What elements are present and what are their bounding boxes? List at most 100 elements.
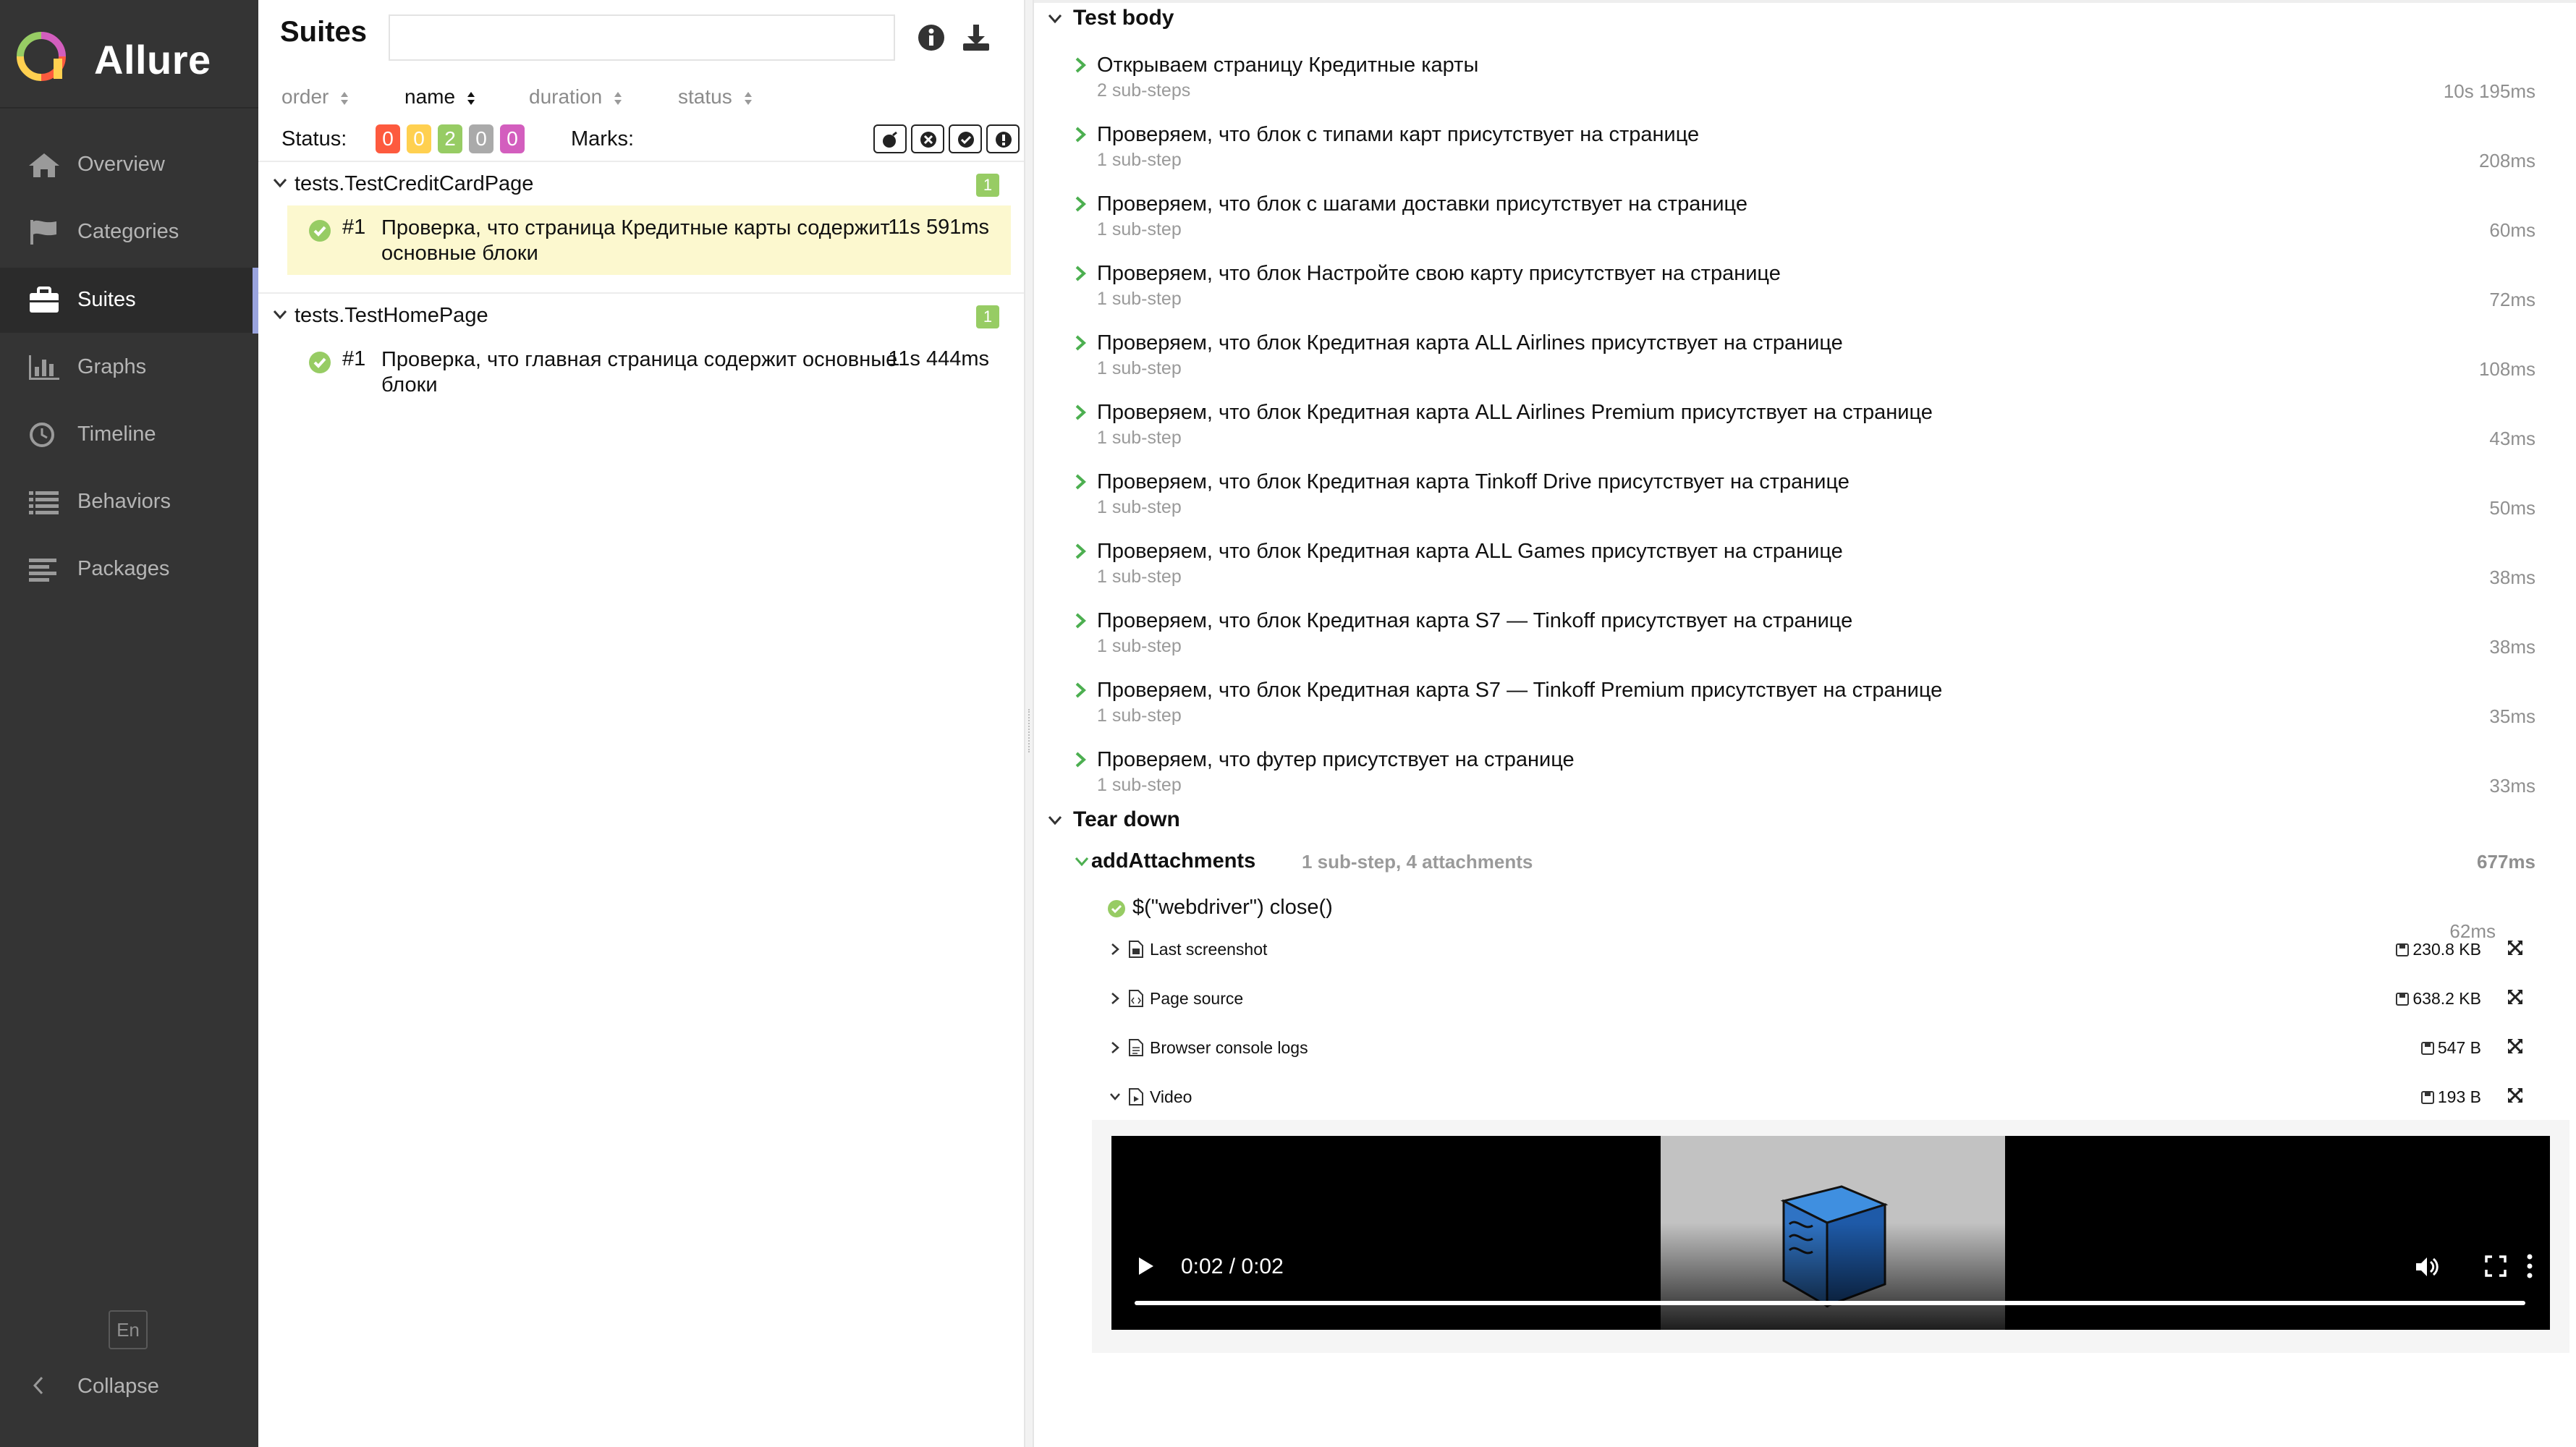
passed-icon <box>309 220 331 242</box>
sidebar-item-label: Packages <box>77 557 170 580</box>
status-badge-broken[interactable]: 0 <box>407 124 431 153</box>
step-row[interactable]: Открываем страницу Кредитные карты 2 sub-… <box>1074 46 2576 111</box>
video-attachment-preview: 0:02 / 0:02 <box>1092 1120 2569 1353</box>
step-duration: 43ms <box>2489 428 2535 449</box>
attachment-row[interactable]: Browser console logs 547 B <box>1106 1027 2525 1070</box>
sidebar-item-graphs[interactable]: Graphs <box>0 335 258 400</box>
sort-status-label: status <box>678 85 732 108</box>
sidebar-item-suites[interactable]: Suites <box>0 268 258 333</box>
sidebar-item-behaviors[interactable]: Behaviors <box>0 470 258 535</box>
volume-icon[interactable] <box>2414 1255 2440 1279</box>
step-duration: 108ms <box>2478 358 2535 380</box>
test-body-header[interactable]: Test body <box>1047 6 1174 30</box>
sidebar-item-overview[interactable]: Overview <box>0 132 258 198</box>
step-duration: 33ms <box>2489 775 2535 797</box>
allure-logo-icon <box>17 32 66 81</box>
passed-icon <box>1108 900 1125 917</box>
collapse-button[interactable]: Collapse <box>0 1360 258 1411</box>
step-duration: 72ms <box>2489 289 2535 310</box>
attachment-row[interactable]: Last screenshot 230.8 KB <box>1106 928 2525 972</box>
status-badge-unknown[interactable]: 0 <box>500 124 525 153</box>
marks-label: Marks: <box>571 127 634 150</box>
info-icon[interactable] <box>917 23 946 52</box>
attachment-row[interactable]: Page source 638.2 KB <box>1106 977 2525 1021</box>
home-icon <box>29 153 59 177</box>
video-file-icon <box>1129 1088 1143 1106</box>
sort-status[interactable]: status <box>678 85 754 109</box>
expand-icon[interactable] <box>2506 1086 2525 1105</box>
test-row[interactable]: #1 Проверка, что страница Кредитные карт… <box>287 205 1011 275</box>
suites-panel: Suites order name duration status Status… <box>258 0 1057 1447</box>
sort-name[interactable]: name <box>404 85 477 109</box>
step-name: Проверяем, что блок Кредитная карта ALL … <box>1097 401 1933 424</box>
sidebar-item-timeline[interactable]: Timeline <box>0 402 258 467</box>
sidebar: Allure Overview Categories Suites Graphs… <box>0 0 259 1447</box>
pane-splitter[interactable] <box>1024 0 1034 1447</box>
sidebar-item-packages[interactable]: Packages <box>0 537 258 602</box>
step-name: Проверяем, что блок Кредитная карта S7 —… <box>1097 609 1853 632</box>
teardown-step[interactable]: addAttachments 1 sub-step, 4 attachments… <box>1074 846 2535 883</box>
test-number: #1 <box>342 216 366 239</box>
status-label: Status: <box>281 127 347 150</box>
status-badge-skipped[interactable]: 0 <box>469 124 493 153</box>
tear-down-header[interactable]: Tear down <box>1047 807 1180 832</box>
chevron-right-icon <box>1111 943 1119 955</box>
step-row[interactable]: Проверяем, что блок Кредитная карта Tink… <box>1074 463 2576 528</box>
brand-name: Allure <box>94 37 211 82</box>
expand-icon[interactable] <box>2506 938 2525 957</box>
chevron-right-icon <box>1075 613 1086 629</box>
step-row[interactable]: Проверяем, что блок Настройте свою карту… <box>1074 255 2576 320</box>
step-row[interactable]: Проверяем, что футер присутствует на стр… <box>1074 741 2576 806</box>
step-duration: 208ms <box>2478 150 2535 171</box>
step-duration: 38ms <box>2489 636 2535 658</box>
step-row[interactable]: Проверяем, что блок с типами карт присут… <box>1074 116 2576 181</box>
step-substeps: 1 sub-step <box>1097 636 1182 656</box>
image-file-icon <box>1129 941 1143 958</box>
step-row[interactable]: Проверяем, что блок Кредитная карта S7 —… <box>1074 671 2576 737</box>
status-badge-failed[interactable]: 0 <box>376 124 400 153</box>
expand-icon[interactable] <box>2506 1037 2525 1056</box>
sidebar-item-categories[interactable]: Categories <box>0 200 258 265</box>
download-icon[interactable] <box>960 22 992 54</box>
step-name: Проверяем, что блок Кредитная карта ALL … <box>1097 540 1843 563</box>
chevron-right-icon <box>1075 127 1086 143</box>
step-duration: 10s 195ms <box>2443 80 2535 102</box>
search-input[interactable] <box>389 14 895 61</box>
mark-new-passed-button[interactable] <box>949 124 982 153</box>
suite-group-header[interactable]: tests.TestHomePage 1 <box>258 292 1024 334</box>
more-vertical-icon[interactable] <box>2526 1253 2533 1279</box>
step-name: Проверяем, что футер присутствует на стр… <box>1097 748 1575 771</box>
mark-flaky-button[interactable] <box>873 124 907 153</box>
mark-new-broken-button[interactable] <box>986 124 1020 153</box>
play-icon[interactable] <box>1136 1255 1155 1277</box>
expand-icon[interactable] <box>2506 988 2525 1006</box>
step-row[interactable]: Проверяем, что блок с шагами доставки пр… <box>1074 185 2576 250</box>
suite-group-name: tests.TestHomePage <box>295 304 488 327</box>
video-progress-bar[interactable] <box>1135 1301 2525 1305</box>
sort-order-label: order <box>281 85 329 108</box>
step-row[interactable]: Проверяем, что блок Кредитная карта ALL … <box>1074 324 2576 389</box>
brand[interactable]: Allure <box>0 0 258 109</box>
chevron-right-icon <box>1075 196 1086 212</box>
attachment-name: Last screenshot <box>1150 940 1268 959</box>
suite-count-badge: 1 <box>976 174 999 197</box>
mark-new-failed-button[interactable] <box>911 124 944 153</box>
suite-count-badge: 1 <box>976 305 999 328</box>
fullscreen-icon[interactable] <box>2484 1255 2507 1278</box>
step-row[interactable]: Проверяем, что блок Кредитная карта ALL … <box>1074 394 2576 459</box>
chevron-down-icon <box>273 179 287 188</box>
language-button[interactable]: En <box>109 1310 148 1349</box>
step-substeps: 1 sub-step <box>1097 289 1182 309</box>
status-badge-passed[interactable]: 2 <box>438 124 462 153</box>
test-row[interactable]: #1 Проверка, что главная страница содерж… <box>287 337 1011 407</box>
sort-order[interactable]: order <box>281 85 350 109</box>
video-time: 0:02 / 0:02 <box>1181 1255 1284 1278</box>
sort-duration[interactable]: duration <box>529 85 624 109</box>
video-player[interactable]: 0:02 / 0:02 <box>1111 1136 2550 1330</box>
step-row[interactable]: Проверяем, что блок Кредитная карта S7 —… <box>1074 602 2576 667</box>
suite-group-header[interactable]: tests.TestCreditCardPage 1 <box>258 161 1024 203</box>
bomb-icon <box>883 131 897 148</box>
step-row[interactable]: Проверяем, что блок Кредитная карта ALL … <box>1074 532 2576 598</box>
attachment-row[interactable]: Video 193 B <box>1106 1076 2525 1119</box>
step-substeps: 1 sub-step <box>1097 567 1182 587</box>
